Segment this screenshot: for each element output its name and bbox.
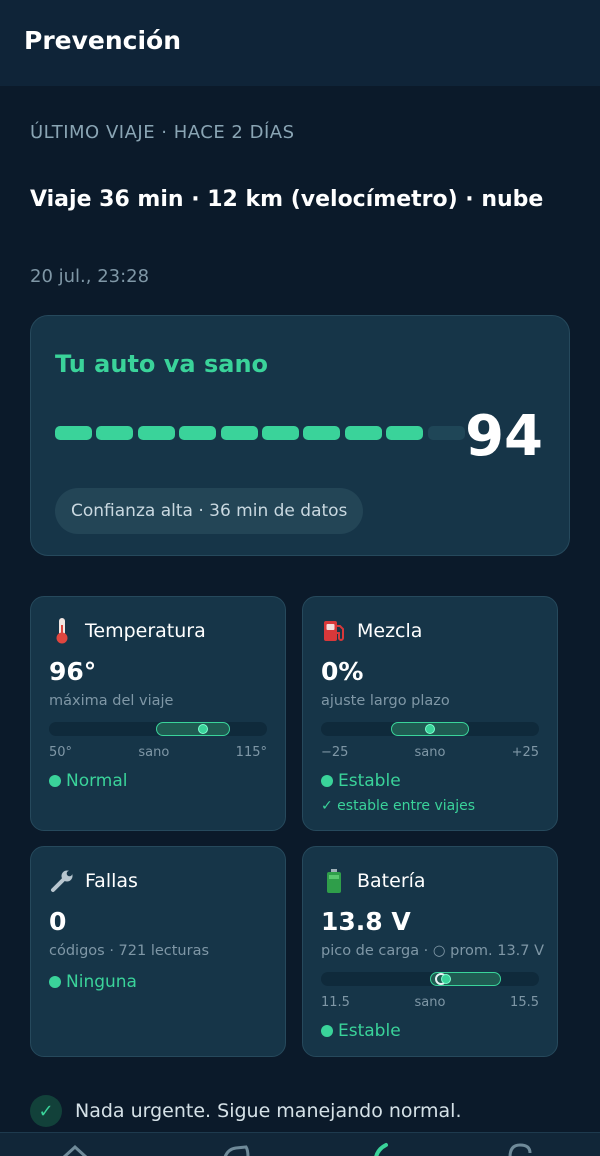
health-score-title: Tu auto va sano	[55, 350, 269, 378]
battery-range-max: 15.5	[510, 995, 539, 1010]
status-dot-icon	[321, 775, 333, 787]
temperature-card[interactable]: Temperatura 96° máxima del viaje 50° san…	[30, 596, 286, 831]
health-score-segment	[427, 426, 465, 440]
health-score-segment	[303, 426, 341, 440]
faults-value: 0	[49, 907, 67, 936]
health-icon[interactable]	[368, 1141, 398, 1156]
mixture-card[interactable]: Mezcla 0% ajuste largo plazo −25 sano +2…	[302, 596, 558, 831]
battery-status: Estable	[321, 1021, 401, 1041]
thermometer-icon	[49, 617, 75, 645]
health-score-segment	[262, 426, 299, 440]
temperature-status: Normal	[49, 771, 128, 791]
temperature-range-mid: sano	[138, 745, 170, 760]
health-score-segment	[386, 426, 424, 440]
summary-message-text: Nada urgente. Sigue manejando normal.	[75, 1100, 462, 1122]
mixture-range-bar	[321, 722, 539, 736]
health-score-segment	[344, 426, 382, 440]
status-dot-icon	[321, 1025, 333, 1037]
faults-card[interactable]: Fallas 0 códigos · 721 lecturas Ninguna	[30, 846, 286, 1057]
faults-status: Ninguna	[49, 972, 137, 992]
temperature-value: 96°	[49, 657, 97, 686]
faults-title: Fallas	[85, 870, 138, 892]
battery-subtitle: pico de carga · ○ prom. 13.7 V	[321, 943, 545, 959]
temperature-range-bar	[49, 722, 267, 736]
health-score-segment	[96, 426, 134, 440]
history-icon[interactable]	[505, 1141, 535, 1156]
confidence-badge[interactable]: Confianza alta · 36 min de datos	[55, 488, 364, 534]
summary-message: ✓ Nada urgente. Sigue manejando normal.	[30, 1095, 462, 1127]
temperature-subtitle: máxima del viaje	[49, 693, 174, 709]
trip-date: 20 jul., 23:28	[30, 266, 150, 287]
faults-header: Fallas	[49, 865, 138, 897]
mixture-trend-note: ✓ estable entre viajes	[321, 798, 476, 814]
battery-icon	[321, 867, 347, 895]
battery-value: 13.8 V	[321, 907, 411, 936]
check-icon: ✓	[30, 1095, 62, 1127]
mixture-range-labels: −25 sano +25	[321, 745, 539, 760]
mixture-status: Estable	[321, 771, 401, 791]
temperature-healthy-zone	[156, 722, 231, 736]
health-score-segment	[137, 426, 175, 440]
bottom-navigation	[0, 1132, 600, 1156]
car-icon[interactable]	[222, 1141, 252, 1156]
mixture-header: Mezcla	[321, 615, 422, 647]
temperature-range-max: 115°	[235, 745, 267, 760]
health-score-segment	[179, 426, 217, 440]
battery-header: Batería	[321, 865, 426, 897]
temperature-title: Temperatura	[85, 620, 206, 642]
temperature-range-min: 50°	[49, 745, 73, 760]
temperature-header: Temperatura	[49, 615, 206, 647]
status-dot-icon	[49, 775, 61, 787]
last-trip-label: ÚLTIMO VIAJE · HACE 2 DÍAS	[30, 122, 295, 143]
faults-subtitle: códigos · 721 lecturas	[49, 943, 210, 959]
faults-status-label: Ninguna	[66, 972, 137, 992]
mixture-title: Mezcla	[357, 620, 423, 642]
trip-summary: Viaje 36 min · 12 km (velocímetro) · nub…	[30, 187, 544, 212]
battery-range-labels: 11.5 sano 15.5	[321, 995, 539, 1010]
mixture-subtitle: ajuste largo plazo	[321, 693, 450, 709]
mixture-status-label: Estable	[338, 771, 401, 791]
health-score-segment	[220, 426, 258, 440]
battery-title: Batería	[357, 870, 426, 892]
battery-card[interactable]: Batería 13.8 V pico de carga · ○ prom. 1…	[302, 846, 558, 1057]
fuel-pump-icon	[321, 617, 347, 645]
health-score-segment	[55, 426, 92, 440]
mixture-range-max: +25	[511, 745, 539, 760]
home-icon[interactable]	[60, 1141, 90, 1156]
health-score-bar	[55, 426, 465, 440]
page-title: Prevención	[24, 26, 182, 55]
battery-range-min: 11.5	[321, 995, 350, 1010]
app-bar: Prevención	[0, 0, 600, 86]
battery-range-bar	[321, 972, 539, 986]
wrench-icon	[49, 867, 75, 895]
battery-status-label: Estable	[338, 1021, 401, 1041]
temperature-status-label: Normal	[66, 771, 128, 791]
mixture-range-mid: sano	[414, 745, 446, 760]
mixture-range-min: −25	[321, 745, 349, 760]
temperature-range-labels: 50° sano 115°	[49, 745, 267, 760]
status-dot-icon	[49, 976, 61, 988]
battery-range-mid: sano	[414, 995, 446, 1010]
health-score-card[interactable]: Tu auto va sano 94 Confianza alta · 36 m…	[30, 315, 570, 556]
mixture-value: 0%	[321, 657, 364, 686]
mixture-current-marker	[425, 724, 435, 734]
health-score-value: 94	[465, 404, 543, 469]
